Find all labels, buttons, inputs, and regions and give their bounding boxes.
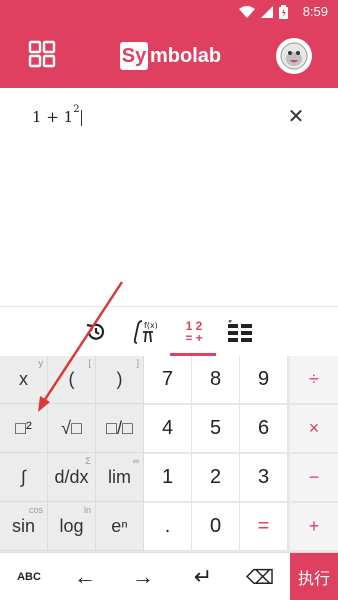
key-sqrt[interactable]: √□ xyxy=(48,405,96,453)
abc-button[interactable]: ABC xyxy=(6,553,52,600)
key-x[interactable]: xy xyxy=(0,356,48,404)
key-3[interactable]: 3 xyxy=(240,454,288,502)
key-fraction[interactable]: □/□ xyxy=(96,405,144,453)
key-4[interactable]: 4 xyxy=(144,405,192,453)
key-log[interactable]: log ln xyxy=(48,503,96,551)
key-close-paren[interactable]: )] xyxy=(96,356,144,404)
key-equals[interactable]: = xyxy=(240,503,288,551)
wifi-icon xyxy=(239,6,255,18)
key-9[interactable]: 9 xyxy=(240,356,288,404)
svg-text:f(x): f(x) xyxy=(144,321,158,330)
status-time: 8:59 xyxy=(302,4,328,19)
key-integral[interactable]: ∫ xyxy=(0,454,48,502)
tab-basic-line2: = + xyxy=(185,331,203,345)
history-icon xyxy=(86,323,105,340)
svg-text:#: # xyxy=(228,320,232,325)
backspace-button[interactable]: ⌫ xyxy=(236,553,284,600)
status-icons xyxy=(239,5,288,19)
key-open-paren[interactable]: ([ xyxy=(48,356,96,404)
cursor-right-button[interactable]: → xyxy=(120,553,166,600)
execute-button[interactable]: 执行 xyxy=(290,553,338,600)
cursor-left-button[interactable]: ← xyxy=(62,553,108,600)
key-minus[interactable]: − xyxy=(290,454,338,502)
key-limit[interactable]: lim ∞ xyxy=(96,454,144,502)
logo-text: mbolab xyxy=(150,44,222,67)
key-5[interactable]: 5 xyxy=(192,405,240,453)
battery-icon xyxy=(279,5,288,19)
signal-icon xyxy=(261,6,273,18)
grid-icon xyxy=(28,40,56,68)
matrix-icon: # xyxy=(228,320,252,342)
key-label: ) xyxy=(116,369,123,389)
key-multiply[interactable]: × xyxy=(290,405,338,453)
tab-history[interactable] xyxy=(76,315,116,349)
expression-display: 1 + 12 xyxy=(32,104,82,126)
key-hint: Σ xyxy=(85,456,91,466)
key-hint: ] xyxy=(136,358,139,368)
key-plus[interactable]: + xyxy=(290,503,338,551)
logo-mark: Sy xyxy=(120,42,148,70)
menu-grid-button[interactable] xyxy=(28,40,56,68)
expression-base: 1 + 1 xyxy=(32,108,74,126)
keypad: xy ([ )] 7 8 9 ÷ □² √□ □/□ 4 5 6 × ∫ d/d… xyxy=(0,356,338,552)
bottom-bar: ABC ← → ↵ ⌫ 执行 xyxy=(0,552,338,600)
enter-button[interactable]: ↵ xyxy=(180,553,226,600)
text-caret xyxy=(80,110,82,126)
key-hint: cos xyxy=(28,505,43,515)
key-divide[interactable]: ÷ xyxy=(290,356,338,404)
key-label: ( xyxy=(68,369,75,389)
key-7[interactable]: 7 xyxy=(144,356,192,404)
tab-calculus[interactable]: f(x) xyxy=(124,315,164,349)
key-label: ∫ xyxy=(21,467,26,487)
key-label: x xyxy=(19,369,28,389)
key-2[interactable]: 2 xyxy=(192,454,240,502)
tab-basic[interactable]: 1 2 = + xyxy=(174,315,214,349)
expression-editor[interactable]: 1 + 12 ✕ xyxy=(0,88,338,306)
key-6[interactable]: 6 xyxy=(240,405,288,453)
key-derivative[interactable]: d/dx Σ xyxy=(48,454,96,502)
key-8[interactable]: 8 xyxy=(192,356,240,404)
key-square[interactable]: □² xyxy=(0,405,48,453)
app-bar: Sy mbolab xyxy=(0,24,338,88)
key-hint: ∞ xyxy=(132,456,139,466)
clear-button[interactable]: ✕ xyxy=(286,104,306,128)
status-bar: 8:59 xyxy=(0,0,338,24)
key-decimal[interactable]: . xyxy=(144,503,192,551)
key-hint: ln xyxy=(83,505,91,515)
key-hint: y xyxy=(38,358,44,368)
tab-matrix[interactable]: # xyxy=(220,315,260,349)
key-label: lim xyxy=(108,467,131,487)
app-logo: Sy mbolab xyxy=(120,40,221,72)
yeti-avatar-icon xyxy=(280,42,308,70)
key-sin[interactable]: sin cos xyxy=(0,503,48,551)
avatar[interactable] xyxy=(276,38,312,74)
key-hint: [ xyxy=(88,358,91,368)
keyboard-tabs: f(x) 1 2 = + # xyxy=(0,306,338,356)
key-label: log xyxy=(59,516,84,536)
integral-pi-icon: f(x) xyxy=(133,320,158,344)
key-label: sin xyxy=(11,516,35,536)
key-0[interactable]: 0 xyxy=(192,503,240,551)
key-exp[interactable]: eⁿ xyxy=(96,503,144,551)
key-1[interactable]: 1 xyxy=(144,454,192,502)
expression-exponent: 2 xyxy=(73,104,80,115)
key-label: d/dx xyxy=(54,467,89,487)
